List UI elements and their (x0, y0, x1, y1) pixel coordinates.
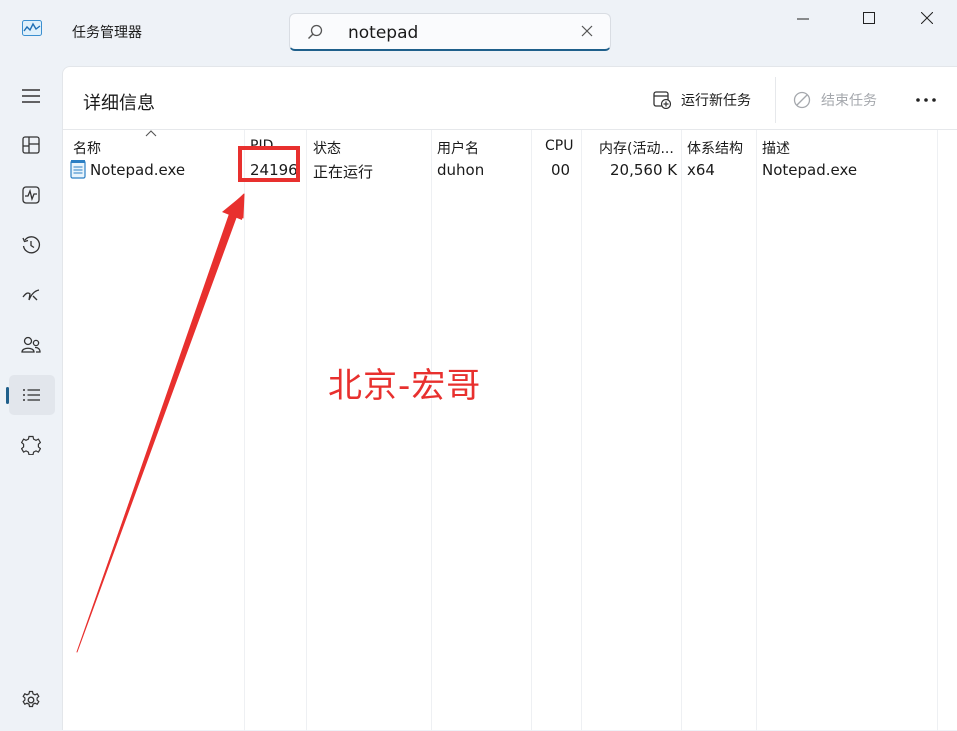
process-name: Notepad.exe (90, 161, 186, 179)
column-divider[interactable] (937, 129, 938, 731)
nav-performance[interactable] (9, 175, 55, 215)
run-new-task-label: 运行新任务 (681, 93, 751, 109)
column-header-architecture[interactable]: 体系结构 (687, 138, 743, 158)
column-divider[interactable] (431, 129, 432, 731)
column-divider[interactable] (756, 129, 757, 731)
minimize-button[interactable] (780, 8, 826, 30)
more-options-icon[interactable] (909, 87, 943, 113)
nav-processes[interactable] (9, 125, 55, 165)
process-architecture: x64 (687, 161, 715, 179)
column-divider[interactable] (531, 129, 532, 731)
column-divider[interactable] (244, 129, 245, 731)
sort-ascending-icon (145, 130, 157, 137)
services-icon (21, 435, 41, 455)
nav-settings[interactable] (9, 680, 55, 720)
sidebar (0, 62, 62, 730)
search-icon (308, 24, 323, 39)
watermark-text: 北京-宏哥 (328, 366, 482, 406)
notepad-app-icon (70, 160, 86, 179)
maximize-button[interactable] (846, 8, 892, 30)
toolbar-divider (775, 77, 776, 123)
search-input[interactable] (346, 20, 570, 46)
close-button[interactable] (904, 8, 950, 30)
process-memory: 20,560 K (610, 161, 678, 179)
startup-apps-icon (22, 289, 40, 301)
performance-icon (22, 186, 40, 204)
hamburger-menu-button[interactable] (9, 76, 55, 116)
column-divider[interactable] (581, 129, 582, 731)
task-manager-app-icon (22, 20, 42, 36)
page-title: 详细信息 (83, 93, 155, 114)
users-icon (21, 336, 41, 353)
details-icon (23, 389, 40, 401)
process-status: 正在运行 (313, 163, 374, 181)
nav-app-history[interactable] (9, 225, 55, 265)
details-panel: 详细信息 运行新任务 结束任务 名称 PID 状态 用户名 CPU 内存(活动.… (62, 66, 957, 731)
column-divider[interactable] (681, 129, 682, 731)
search-box[interactable] (289, 13, 611, 51)
column-header-username[interactable]: 用户名 (437, 138, 479, 158)
minimize-icon (797, 18, 809, 20)
column-header-name[interactable]: 名称 (73, 138, 101, 158)
title-bar: 任务管理器 (0, 0, 957, 62)
maximize-icon (863, 12, 875, 24)
column-divider[interactable] (306, 129, 307, 731)
column-header-memory[interactable]: 内存(活动... (599, 138, 674, 158)
column-header-description[interactable]: 描述 (762, 138, 790, 158)
nav-services[interactable] (9, 425, 55, 465)
close-icon (921, 12, 933, 24)
clear-search-icon[interactable] (580, 24, 594, 38)
end-task-button[interactable]: 结束任务 (793, 87, 877, 113)
window-title: 任务管理器 (72, 25, 142, 41)
process-cpu: 00 (551, 161, 571, 179)
column-header-status[interactable]: 状态 (313, 138, 341, 158)
process-user: duhon (437, 161, 485, 179)
app-history-icon (22, 236, 41, 254)
processes-icon (22, 136, 40, 154)
end-task-label: 结束任务 (821, 93, 877, 109)
end-task-icon (793, 91, 811, 109)
pid-highlight-box (238, 146, 300, 182)
nav-users[interactable] (9, 325, 55, 365)
nav-startup-apps[interactable] (9, 275, 55, 315)
table-row[interactable]: Notepad.exe 24196 正在运行 duhon 00 20,560 K… (63, 159, 937, 183)
column-header-cpu[interactable]: CPU (545, 138, 573, 154)
nav-details[interactable] (6, 375, 55, 415)
table-header: 名称 PID 状态 用户名 CPU 内存(活动... 体系结构 描述 (63, 129, 957, 158)
settings-icon (22, 690, 40, 708)
hamburger-menu-icon (22, 89, 40, 103)
run-new-task-icon (653, 91, 671, 109)
run-new-task-button[interactable]: 运行新任务 (653, 87, 751, 113)
process-description: Notepad.exe (762, 161, 858, 179)
